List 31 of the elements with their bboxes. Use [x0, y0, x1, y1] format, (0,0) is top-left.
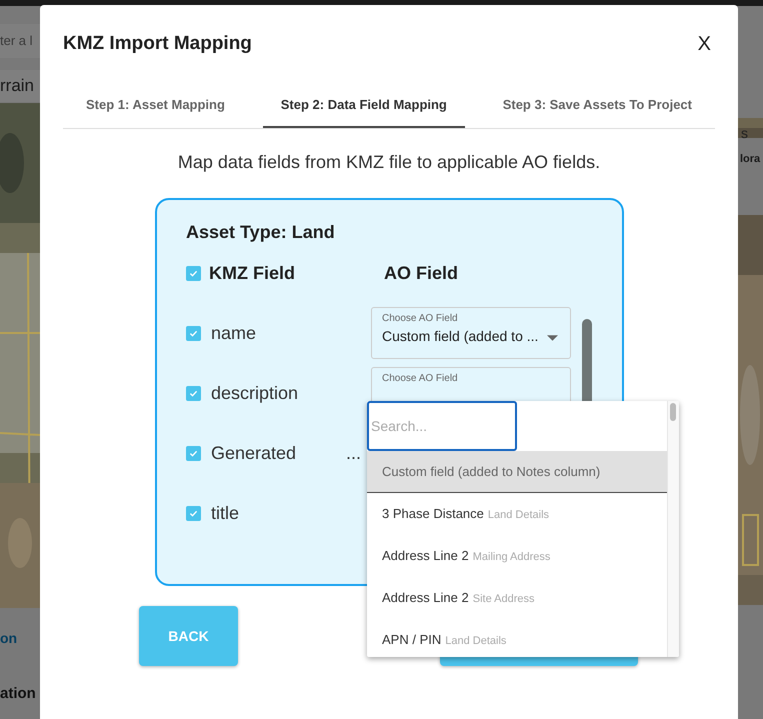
field-name: title — [211, 502, 240, 524]
column-header: AO Field — [384, 262, 458, 284]
dropdown-option[interactable]: Address Line 2 Mailing Address — [367, 535, 668, 577]
dropdown-option[interactable]: Custom field (added to Notes column) — [367, 451, 668, 493]
dropdown-option[interactable]: APN / PIN Land Details — [367, 619, 668, 657]
field-name: description — [211, 382, 300, 404]
dropdown-option[interactable]: 3 Phase Distance Land Details — [367, 493, 668, 535]
checkbox[interactable] — [186, 386, 201, 400]
step-tab[interactable]: Step 1: Asset Mapping — [68, 83, 243, 128]
column-header: KMZ Field — [209, 262, 296, 284]
field-name: Generated — [211, 442, 298, 464]
checkbox[interactable] — [186, 446, 201, 460]
map-type-button[interactable]: rrain — [0, 70, 40, 102]
instruction-text: Map data fields from KMZ file to applicable AO fields. — [176, 152, 602, 173]
checkbox[interactable] — [186, 506, 201, 520]
search-field[interactable]: Search... — [367, 401, 517, 451]
close-button[interactable]: X — [694, 32, 711, 56]
section-heading: ation — [0, 685, 36, 702]
dropdown-option[interactable]: Address Line 2 Site Address — [367, 577, 668, 619]
table-cell: lora — [740, 153, 760, 165]
asset-type-label: Asset Type: Land — [186, 222, 336, 243]
step-tab[interactable]: Step 2: Data Field Mapping — [262, 83, 465, 128]
scrollbar[interactable] — [667, 401, 679, 657]
checkbox[interactable] — [186, 326, 201, 340]
step-tab[interactable]: Step 3: Save Assets To Project — [484, 83, 710, 128]
dialog-title: KMZ Import Mapping — [63, 33, 252, 55]
more-text: ... — [346, 442, 362, 464]
checkbox[interactable] — [186, 266, 201, 280]
select-field[interactable]: Choose AO Field Custom field (added to ... — [371, 307, 571, 359]
field-name: name — [211, 322, 258, 344]
caret-icon — [547, 335, 558, 341]
